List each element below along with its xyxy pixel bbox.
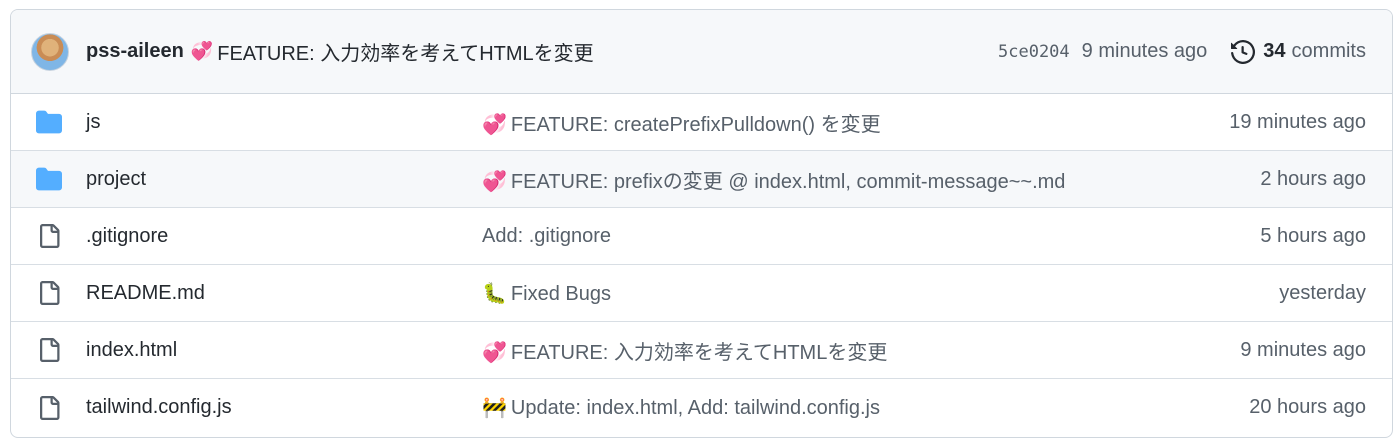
commit-emoji-icon: 💞 — [482, 341, 507, 364]
commit-time: 9 minutes ago — [1081, 40, 1208, 62]
commit-emoji-icon: 🐛 — [482, 282, 507, 305]
file-commit-age: 19 minutes ago — [1229, 110, 1366, 133]
file-commit-message-link[interactable]: 🚧 Update: index.html, Add: tailwind.confi… — [482, 395, 880, 420]
file-row[interactable]: index.html 💞 FEATURE: 入力効率を考えてHTMLを変更 9 min… — [11, 322, 1392, 379]
file-icon — [35, 394, 63, 422]
latest-commit-message-link[interactable]: FEATURE: 入力効率を考えてHTMLを変更 — [217, 37, 593, 66]
file-commit-message-link[interactable]: 💞 FEATURE: createPrefixPulldown() を変更 — [482, 108, 881, 137]
file-commit-age: 2 hours ago — [1260, 167, 1366, 190]
file-commit-message-link[interactable]: 🐛 Fixed Bugs — [482, 281, 611, 306]
file-commit-message-link[interactable]: 💞 FEATURE: prefixの変更 @ index.html, commit… — [482, 165, 1065, 194]
file-name-link[interactable]: index.html — [86, 339, 177, 362]
history-icon — [1231, 39, 1256, 64]
file-name-link[interactable]: js — [86, 111, 100, 134]
file-name-link[interactable]: .gitignore — [86, 225, 168, 248]
commit-message-text: FEATURE: prefixの変更 @ index.html, commit-… — [510, 170, 1066, 193]
file-commit-age: 20 hours ago — [1249, 396, 1366, 418]
file-list: js 💞 FEATURE: createPrefixPulldown() を変更 19… — [11, 94, 1392, 436]
commit-emoji-icon: 💞 — [482, 113, 507, 136]
avatar[interactable] — [31, 32, 69, 71]
file-row[interactable]: tailwind.config.js 🚧 Update: index.html, A… — [11, 379, 1392, 436]
commit-meta: 5ce0204 9 minutes ago 34 commits — [998, 39, 1366, 64]
file-row[interactable]: README.md 🐛 Fixed Bugs yesterday — [11, 265, 1392, 322]
file-name-link[interactable]: README.md — [86, 282, 205, 305]
file-icon — [35, 336, 63, 364]
file-row[interactable]: js 💞 FEATURE: createPrefixPulldown() を変更 19… — [11, 94, 1392, 151]
folder-icon — [35, 165, 63, 193]
file-row[interactable]: project 💞 FEATURE: prefixの変更 @ index.html,… — [11, 151, 1392, 208]
commit-message-text: Update: index.html, Add: tailwind.config… — [510, 397, 880, 419]
commit-sha-link[interactable]: 5ce0204 — [998, 42, 1070, 62]
file-browser: pss-aileen 💞 FEATURE: 入力効率を考えてHTMLを変更 5c… — [10, 9, 1393, 438]
commit-emoji-icon: 💞 — [482, 170, 507, 193]
commit-message-text: Fixed Bugs — [510, 282, 611, 305]
commit-history-link[interactable]: 34 commits — [1231, 39, 1366, 64]
file-commit-message-link[interactable]: Add: .gitignore — [482, 225, 611, 248]
file-name-link[interactable]: project — [86, 168, 146, 191]
file-icon — [35, 279, 63, 307]
latest-commit-bar: pss-aileen 💞 FEATURE: 入力効率を考えてHTMLを変更 5c… — [11, 10, 1392, 94]
file-row[interactable]: .gitignore Add: .gitignore 5 hours ago — [11, 208, 1392, 265]
file-commit-age: 5 hours ago — [1260, 224, 1366, 247]
commit-author-link[interactable]: pss-aileen — [86, 40, 184, 63]
file-commit-age: yesterday — [1279, 281, 1366, 304]
commit-count: 34 — [1263, 40, 1286, 62]
commit-message-text: Add: .gitignore — [482, 224, 611, 247]
commit-message-text: FEATURE: 入力効率を考えてHTMLを変更 — [510, 341, 888, 364]
commit-message-text: FEATURE: createPrefixPulldown() を変更 — [510, 113, 881, 136]
commits-label: commits — [1291, 40, 1366, 62]
commit-emoji-icon: 🚧 — [482, 397, 507, 419]
folder-icon — [35, 108, 63, 136]
sparkling-heart-emoji-icon: 💞 — [190, 41, 214, 61]
file-icon — [35, 222, 63, 250]
file-commit-age: 9 minutes ago — [1240, 338, 1366, 361]
file-name-link[interactable]: tailwind.config.js — [86, 396, 232, 419]
file-commit-message-link[interactable]: 💞 FEATURE: 入力効率を考えてHTMLを変更 — [482, 336, 887, 365]
